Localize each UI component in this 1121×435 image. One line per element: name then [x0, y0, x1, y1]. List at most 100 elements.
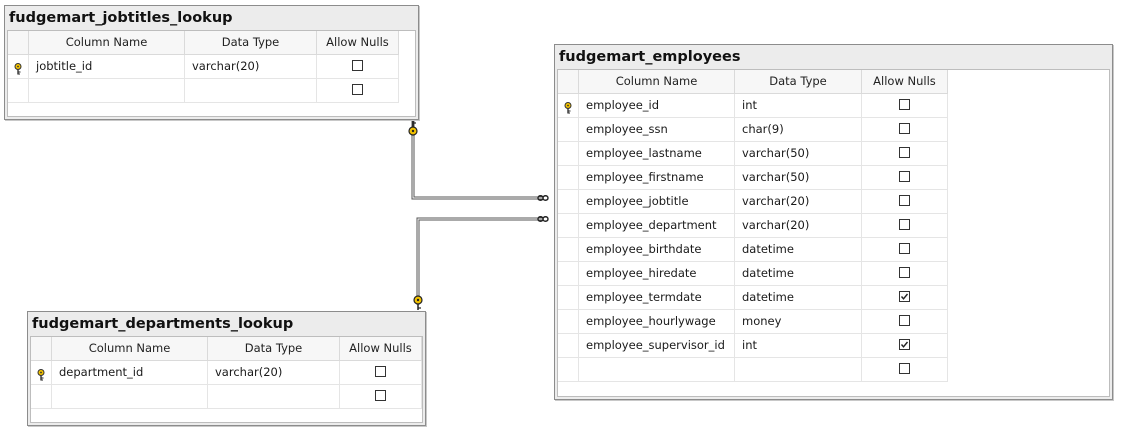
data-type-cell[interactable]: [208, 385, 340, 408]
column-row[interactable]: employee_ssn char(9): [558, 118, 948, 142]
table-title[interactable]: fudgemart_jobtitles_lookup: [5, 6, 418, 28]
column-name-cell[interactable]: department_id: [52, 361, 208, 384]
allow-nulls-checkbox[interactable]: [375, 366, 386, 377]
column-name-cell[interactable]: employee_hiredate: [579, 262, 735, 285]
allow-nulls-cell: [862, 166, 948, 189]
column-row[interactable]: employee_supervisor_id int: [558, 334, 948, 358]
row-selector[interactable]: [558, 118, 579, 141]
allow-nulls-checkbox[interactable]: [899, 171, 910, 182]
data-type-cell[interactable]: varchar(20): [185, 55, 317, 78]
allow-nulls-checkbox[interactable]: [899, 123, 910, 134]
table-title[interactable]: fudgemart_departments_lookup: [28, 312, 425, 334]
allow-nulls-checkbox[interactable]: [899, 147, 910, 158]
allow-nulls-cell: [862, 190, 948, 213]
row-selector[interactable]: [558, 94, 579, 117]
row-selector[interactable]: [558, 334, 579, 357]
column-row[interactable]: employee_lastname varchar(50): [558, 142, 948, 166]
row-selector[interactable]: [8, 55, 29, 78]
row-selector[interactable]: [558, 142, 579, 165]
data-type-cell[interactable]: money: [735, 310, 862, 333]
column-row[interactable]: employee_id int: [558, 94, 948, 118]
header-column-name: Column Name: [29, 31, 185, 54]
data-type-cell[interactable]: varchar(50): [735, 166, 862, 189]
row-selector[interactable]: [558, 190, 579, 213]
column-name-cell[interactable]: employee_firstname: [579, 166, 735, 189]
column-row[interactable]: jobtitle_id varchar(20): [8, 55, 399, 79]
data-type-cell[interactable]: varchar(20): [735, 214, 862, 237]
row-selector[interactable]: [8, 79, 29, 102]
column-grid: Column Name Data Type Allow Nulls departmen…: [30, 336, 423, 423]
allow-nulls-cell: [340, 361, 422, 384]
allow-nulls-checkbox[interactable]: [899, 267, 910, 278]
column-name-cell[interactable]: employee_ssn: [579, 118, 735, 141]
allow-nulls-cell: [317, 55, 399, 78]
column-name-cell[interactable]: [29, 79, 185, 102]
table-employees[interactable]: fudgemart_employees Column Name Data Type…: [554, 44, 1113, 400]
column-name-cell[interactable]: [52, 385, 208, 408]
table-jobtitles-lookup[interactable]: fudgemart_jobtitles_lookup Column Name Da…: [4, 5, 419, 120]
allow-nulls-checkbox[interactable]: [899, 99, 910, 110]
row-selector[interactable]: [558, 262, 579, 285]
row-selector[interactable]: [31, 385, 52, 408]
new-column-row[interactable]: [558, 358, 948, 382]
data-type-cell[interactable]: varchar(20): [208, 361, 340, 384]
data-type-cell[interactable]: char(9): [735, 118, 862, 141]
allow-nulls-checkbox[interactable]: [899, 315, 910, 326]
allow-nulls-checkbox[interactable]: [899, 291, 910, 302]
data-type-cell[interactable]: datetime: [735, 238, 862, 261]
column-row[interactable]: employee_hourlywage money: [558, 310, 948, 334]
header-column-name: Column Name: [52, 337, 208, 360]
new-column-row[interactable]: [31, 385, 422, 409]
table-title[interactable]: fudgemart_employees: [555, 45, 1112, 67]
allow-nulls-checkbox[interactable]: [899, 339, 910, 350]
column-row[interactable]: employee_jobtitle varchar(20): [558, 190, 948, 214]
row-selector[interactable]: [558, 286, 579, 309]
row-selector[interactable]: [558, 238, 579, 261]
column-row[interactable]: employee_birthdate datetime: [558, 238, 948, 262]
row-selector[interactable]: [558, 166, 579, 189]
data-type-cell[interactable]: int: [735, 94, 862, 117]
column-name-cell[interactable]: employee_department: [579, 214, 735, 237]
table-departments-lookup[interactable]: fudgemart_departments_lookup Column Name…: [27, 311, 426, 426]
data-type-cell[interactable]: varchar(50): [735, 142, 862, 165]
data-type-cell[interactable]: [185, 79, 317, 102]
allow-nulls-cell: [862, 310, 948, 333]
column-name-cell[interactable]: employee_hourlywage: [579, 310, 735, 333]
column-row[interactable]: employee_firstname varchar(50): [558, 166, 948, 190]
allow-nulls-checkbox[interactable]: [899, 219, 910, 230]
allow-nulls-cell: [340, 385, 422, 408]
allow-nulls-checkbox[interactable]: [899, 195, 910, 206]
column-name-cell[interactable]: employee_lastname: [579, 142, 735, 165]
data-type-cell[interactable]: datetime: [735, 262, 862, 285]
column-name-cell[interactable]: [579, 358, 735, 381]
allow-nulls-cell: [862, 286, 948, 309]
column-row[interactable]: employee_hiredate datetime: [558, 262, 948, 286]
relationship-departments-employees[interactable]: [416, 217, 542, 298]
allow-nulls-checkbox[interactable]: [899, 363, 910, 374]
column-name-cell[interactable]: jobtitle_id: [29, 55, 185, 78]
row-selector[interactable]: [558, 310, 579, 333]
allow-nulls-checkbox[interactable]: [375, 390, 386, 401]
column-name-cell[interactable]: employee_id: [579, 94, 735, 117]
relationship-jobtitles-employees[interactable]: [411, 118, 542, 200]
column-name-cell[interactable]: employee_jobtitle: [579, 190, 735, 213]
data-type-cell[interactable]: datetime: [735, 286, 862, 309]
allow-nulls-checkbox[interactable]: [899, 243, 910, 254]
new-column-row[interactable]: [8, 79, 399, 103]
row-selector[interactable]: [31, 361, 52, 384]
column-grid: Column Name Data Type Allow Nulls employee_…: [557, 69, 1110, 397]
data-type-cell[interactable]: int: [735, 334, 862, 357]
column-row[interactable]: employee_department varchar(20): [558, 214, 948, 238]
allow-nulls-checkbox[interactable]: [352, 84, 363, 95]
column-row[interactable]: department_id varchar(20): [31, 361, 422, 385]
column-row[interactable]: employee_termdate datetime: [558, 286, 948, 310]
column-name-cell[interactable]: employee_termdate: [579, 286, 735, 309]
data-type-cell[interactable]: [735, 358, 862, 381]
column-name-cell[interactable]: employee_supervisor_id: [579, 334, 735, 357]
header-allow-nulls: Allow Nulls: [862, 70, 948, 93]
row-selector[interactable]: [558, 214, 579, 237]
data-type-cell[interactable]: varchar(20): [735, 190, 862, 213]
column-name-cell[interactable]: employee_birthdate: [579, 238, 735, 261]
allow-nulls-checkbox[interactable]: [352, 60, 363, 71]
row-selector[interactable]: [558, 358, 579, 381]
